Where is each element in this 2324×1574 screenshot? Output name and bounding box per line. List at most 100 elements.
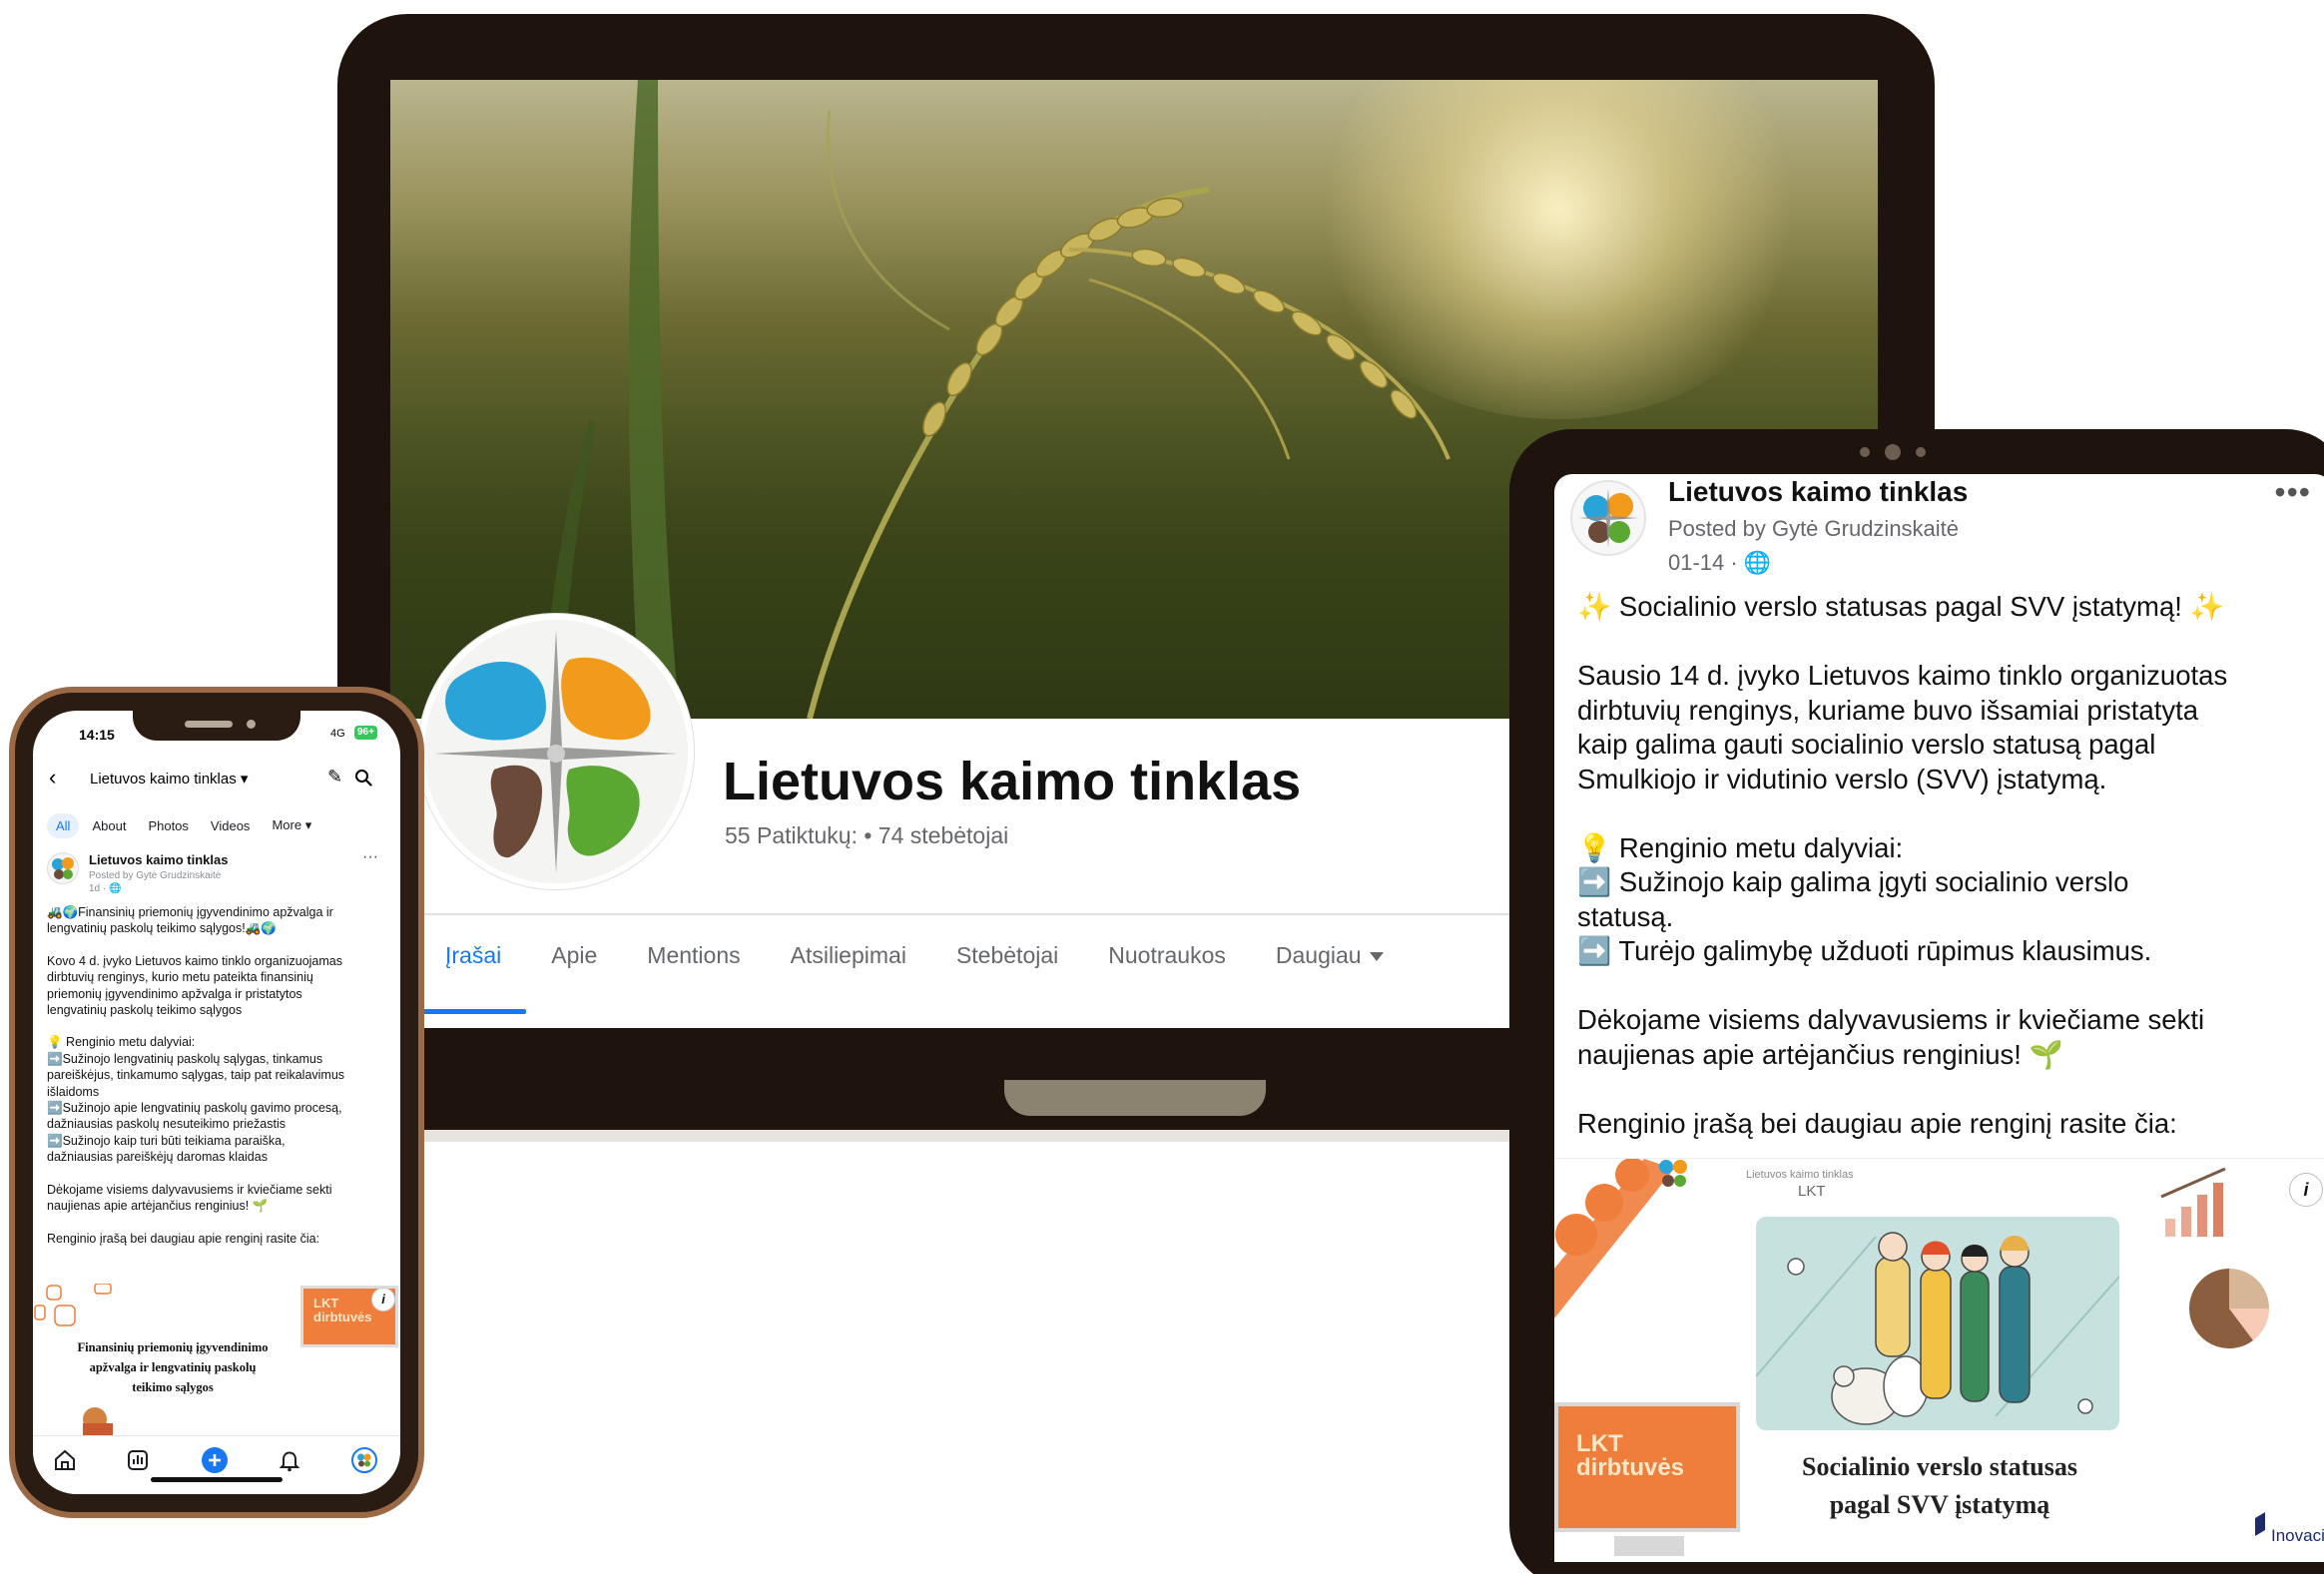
post-line: Renginio įrašą bei daugiau apie renginį … [1577, 1107, 2177, 1139]
info-icon[interactable]: i [2289, 1173, 2323, 1207]
home-icon[interactable] [51, 1446, 79, 1474]
post-author[interactable]: Lietuvos kaimo tinklas [89, 852, 228, 867]
tab-all[interactable]: All [47, 812, 80, 838]
post-line: Renginio įrašą bei daugiau apie renginį … [47, 1231, 320, 1246]
page-title: Lietuvos kaimo tinklas [723, 752, 1302, 811]
post-author[interactable]: Lietuvos kaimo tinklas [1668, 476, 1968, 508]
post-line: dirbtuvių renginys, kuriame buvo išsamia… [1577, 694, 2199, 726]
post-time: 01-14 · 🌐 [1668, 550, 1771, 576]
post-line: Smulkiojo ir vidutinio verslo (SVV) įsta… [1577, 763, 2107, 794]
post-image[interactable]: Lietuvos kaimo tinklas LKT Socialinio ve… [1554, 1158, 2324, 1562]
tab-nuotraukos[interactable]: Nuotraukos [1083, 934, 1251, 1014]
lkt-logo-icon [1578, 488, 1638, 548]
post-text: ✨ Socialinio verslo statusas pagal SVV į… [1577, 590, 2316, 1176]
post-line: dažniausias pareiškėjų daromas klaidas [47, 1150, 268, 1165]
pencil-icon[interactable]: ✎ [327, 767, 342, 787]
post-line: ✨ Socialinio verslo statusas pagal SVV į… [1577, 591, 2224, 622]
post-posted-by: Posted by Gytė Grudzinskaitė [89, 870, 222, 881]
battery-indicator: 96+ [354, 726, 377, 740]
tab-videos[interactable]: Videos [202, 813, 260, 838]
post-line: dažniausias paskolų nesuteikimo priežast… [47, 1117, 287, 1132]
post-time: 1d · 🌐 [89, 883, 121, 894]
phone-header: ‹ Lietuvos kaimo tinklas ▾ ✎ [33, 759, 400, 798]
page-profile-icon[interactable] [350, 1446, 378, 1474]
tab-mentions[interactable]: Mentions [622, 934, 765, 1014]
info-icon[interactable]: i [371, 1288, 395, 1312]
post-line: ➡️Sužinojo apie lengvatinių paskolų gavi… [47, 1101, 342, 1116]
post-time-label: 01-14 · [1668, 550, 1738, 575]
lkt-logo-icon [52, 857, 74, 879]
post-line: ➡️ Sužinojo kaip galima įgyti socialinio… [1577, 866, 2129, 897]
back-arrow-icon[interactable]: ‹ [49, 765, 56, 790]
badge-text: LKT dirbtuvės [313, 1297, 372, 1324]
globe-icon: 🌐 [1743, 550, 1772, 575]
phone-screen: 14:15 4G 96+ ‹ Lietuvos kaimo tinklas ▾ … [33, 711, 400, 1494]
post-line: ➡️ Turėjo galimybę užduoti rūpimus klaus… [1577, 935, 2152, 966]
caret-down-icon [1369, 952, 1384, 962]
devices-mockup: Lietuvos kaimo tinklas 55 Patiktukų: • 7… [0, 0, 2324, 1574]
tab-more-label: More [272, 817, 302, 832]
page-stats: 55 Patiktukų: • 74 stebėtojai [725, 822, 1009, 848]
tab-stebetojai[interactable]: Stebėtojai [931, 934, 1083, 1014]
post-line: lengvatinių paskolų teikimo sąlygos [47, 1003, 243, 1018]
post-line: naujienas apie artėjančius renginius! 🌱 [47, 1199, 269, 1214]
phone-page-title[interactable]: Lietuvos kaimo tinklas ▾ [90, 770, 248, 787]
post-line: išlaidoms [47, 1084, 100, 1099]
phone-page-title-label: Lietuvos kaimo tinklas [90, 771, 237, 787]
image-caption: Finansinių priemonių įgyvendinimo apžval… [73, 1337, 273, 1397]
post-line: ➡️Sužinojo lengvatinių paskolų sąlygas, … [47, 1051, 323, 1066]
lkt-dirbtuves-badge: LKT dirbtuvės [1554, 1402, 1740, 1532]
post-line: Dėkojame visiems dalyvavusiems ir kvieči… [47, 1182, 332, 1197]
phone-frame: 14:15 4G 96+ ‹ Lietuvos kaimo tinklas ▾ … [9, 687, 424, 1518]
tab-about[interactable]: About [83, 813, 135, 838]
status-time: 14:15 [79, 727, 115, 743]
tab-photos[interactable]: Photos [139, 813, 197, 838]
page-profile-picture[interactable] [418, 614, 694, 889]
bottom-nav [33, 1435, 400, 1494]
badge-line: dirbtuvės [1576, 1454, 1685, 1481]
tab-daugiau[interactable]: Daugiau [1251, 934, 1409, 1014]
more-options-icon[interactable]: ••• [2274, 474, 2311, 511]
post-image[interactable]: Finansinių priemonių įgyvendinimo apžval… [33, 1284, 400, 1435]
image-caption-line: pagal SVV įstatymą [1829, 1490, 2050, 1519]
caret-down-icon: ▾ [304, 817, 312, 832]
tab-irasai[interactable]: Įrašai [420, 934, 527, 1014]
post-line: ➡️Sužinojo kaip turi būti teikiama parai… [47, 1133, 286, 1148]
image-logo-text: Lietuvos kaimo tinklas [1746, 1169, 1854, 1181]
page-tabs: Įrašai Apie Mentions Atsiliepimai Stebėt… [420, 934, 1409, 1014]
post-line: priemonių įgyvendinimo apžvalga ir prist… [47, 986, 302, 1001]
camera-icon [1860, 444, 1926, 460]
post-line: lengvatinių paskolų teikimo sąlygos!🚜🌍 [47, 921, 277, 936]
post-line: Kovo 4 d. įvyko Lietuvos kaimo tinklo or… [47, 953, 342, 968]
lkt-logo-icon [434, 630, 678, 873]
more-options-icon[interactable]: ··· [362, 848, 378, 866]
image-caption-line: apžvalga ir lengvatinių paskolų [89, 1360, 257, 1374]
post-line: statusą. [1577, 900, 1674, 932]
tab-more[interactable]: More ▾ [263, 812, 320, 838]
image-caption: Socialinio verslo statusas pagal SVV įst… [1730, 1448, 2149, 1524]
avatar[interactable] [47, 852, 79, 884]
avatar[interactable] [1570, 480, 1646, 556]
create-plus-icon[interactable] [201, 1446, 229, 1474]
people-illustration [1756, 1217, 2119, 1430]
caret-down-icon: ▾ [240, 771, 249, 787]
image-logo-sub: LKT [1798, 1183, 1826, 1200]
tab-atsiliepimai[interactable]: Atsiliepimai [766, 934, 931, 1014]
badge-line: LKT [313, 1296, 339, 1311]
people-group-icon [1756, 1232, 2119, 1425]
search-icon[interactable] [354, 769, 372, 787]
post-text: 🚜🌍Finansinių priemonių įgyvendinimo apžv… [47, 904, 391, 1263]
badge-line: LKT [1576, 1430, 1623, 1457]
post-header: Lietuvos kaimo tinklas Posted by Gytė Gr… [47, 848, 386, 900]
image-caption-line: Finansinių priemonių įgyvendinimo [77, 1340, 269, 1354]
badge-text: LKT dirbtuvės [1576, 1432, 1684, 1480]
bell-icon[interactable] [276, 1446, 303, 1474]
insights-icon[interactable] [124, 1446, 152, 1474]
post-line: 💡 Renginio metu dalyviai: [1577, 831, 1904, 863]
tab-apie[interactable]: Apie [526, 934, 622, 1014]
badge-line: dirbtuvės [313, 1310, 372, 1324]
tablet-screen: Lietuvos kaimo tinklas Posted by Gytė Gr… [1554, 474, 2324, 1562]
globe-icon: 🌐 [109, 883, 122, 894]
laptop-notch [1004, 1080, 1266, 1116]
post-line: pareiškėjus, tinkamumo sąlygas, taip pat… [47, 1068, 345, 1083]
